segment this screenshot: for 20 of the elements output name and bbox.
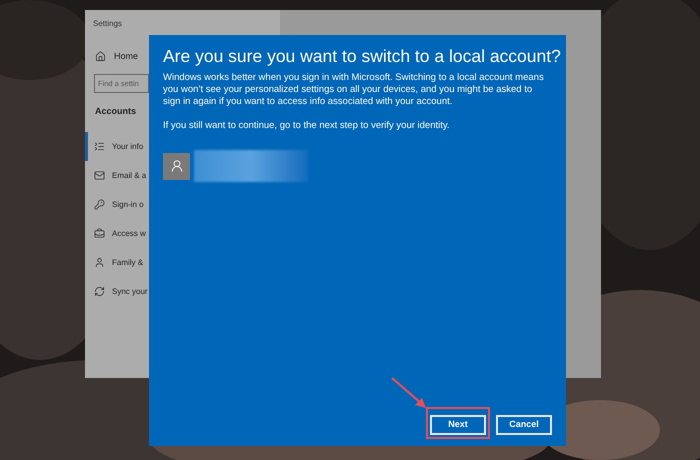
person-icon <box>170 159 184 173</box>
list-icon <box>94 141 105 152</box>
cancel-button[interactable]: Cancel <box>496 414 552 435</box>
section-heading: Accounts <box>94 104 138 118</box>
sidebar-item[interactable]: Access w <box>85 219 280 248</box>
sync-icon <box>94 286 105 297</box>
sidebar-item[interactable]: Family & <box>85 248 280 277</box>
dialog-note: If you still want to continue, go to the next step to verify your identity. <box>163 120 451 132</box>
sidebar-item[interactable]: Sync your <box>85 277 280 306</box>
envelope-icon <box>94 170 105 181</box>
dialog-body: Windows works better when you sign in with Microsoft. Switching to a local account means you won’t see your personalized settings on all your devices, and you might be asked to sign in again if you want to access info associated with your account. <box>163 72 545 108</box>
sidebar-item[interactable]: Sign-in o <box>85 190 280 219</box>
next-button[interactable]: Next <box>430 414 486 435</box>
key-icon <box>94 199 105 210</box>
person-icon <box>94 257 105 268</box>
dialog-title: Are you sure you want to switch to a local account? <box>163 45 561 68</box>
briefcase-icon <box>94 228 105 239</box>
sidebar-item[interactable]: Email & a <box>85 161 280 190</box>
home-icon <box>95 51 106 62</box>
window-title: Settings <box>92 18 123 30</box>
